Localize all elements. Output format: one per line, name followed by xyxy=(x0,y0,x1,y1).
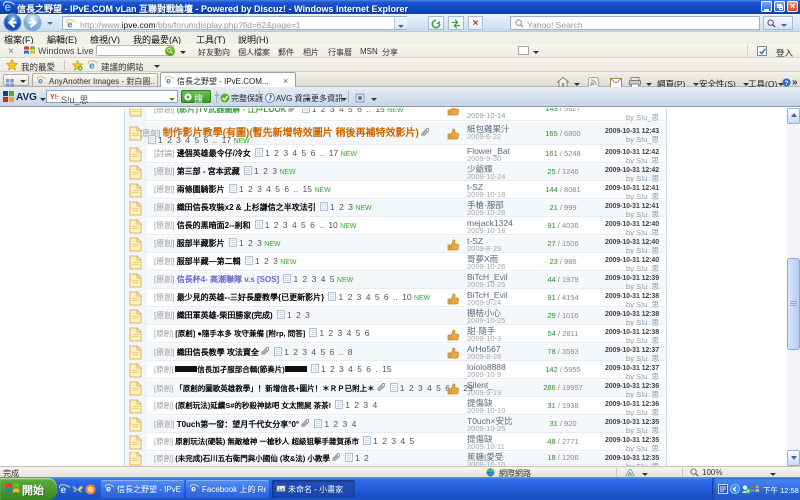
svg-text:?: ? xyxy=(785,80,789,87)
svg-text:e: e xyxy=(191,484,196,493)
svg-text:e: e xyxy=(67,19,72,29)
svg-text:e: e xyxy=(106,484,111,493)
svg-text:e: e xyxy=(38,76,43,85)
svg-text:e: e xyxy=(166,76,171,85)
svg-text:e: e xyxy=(60,484,66,495)
svg-text:e: e xyxy=(5,2,11,13)
svg-text:e: e xyxy=(89,60,94,70)
